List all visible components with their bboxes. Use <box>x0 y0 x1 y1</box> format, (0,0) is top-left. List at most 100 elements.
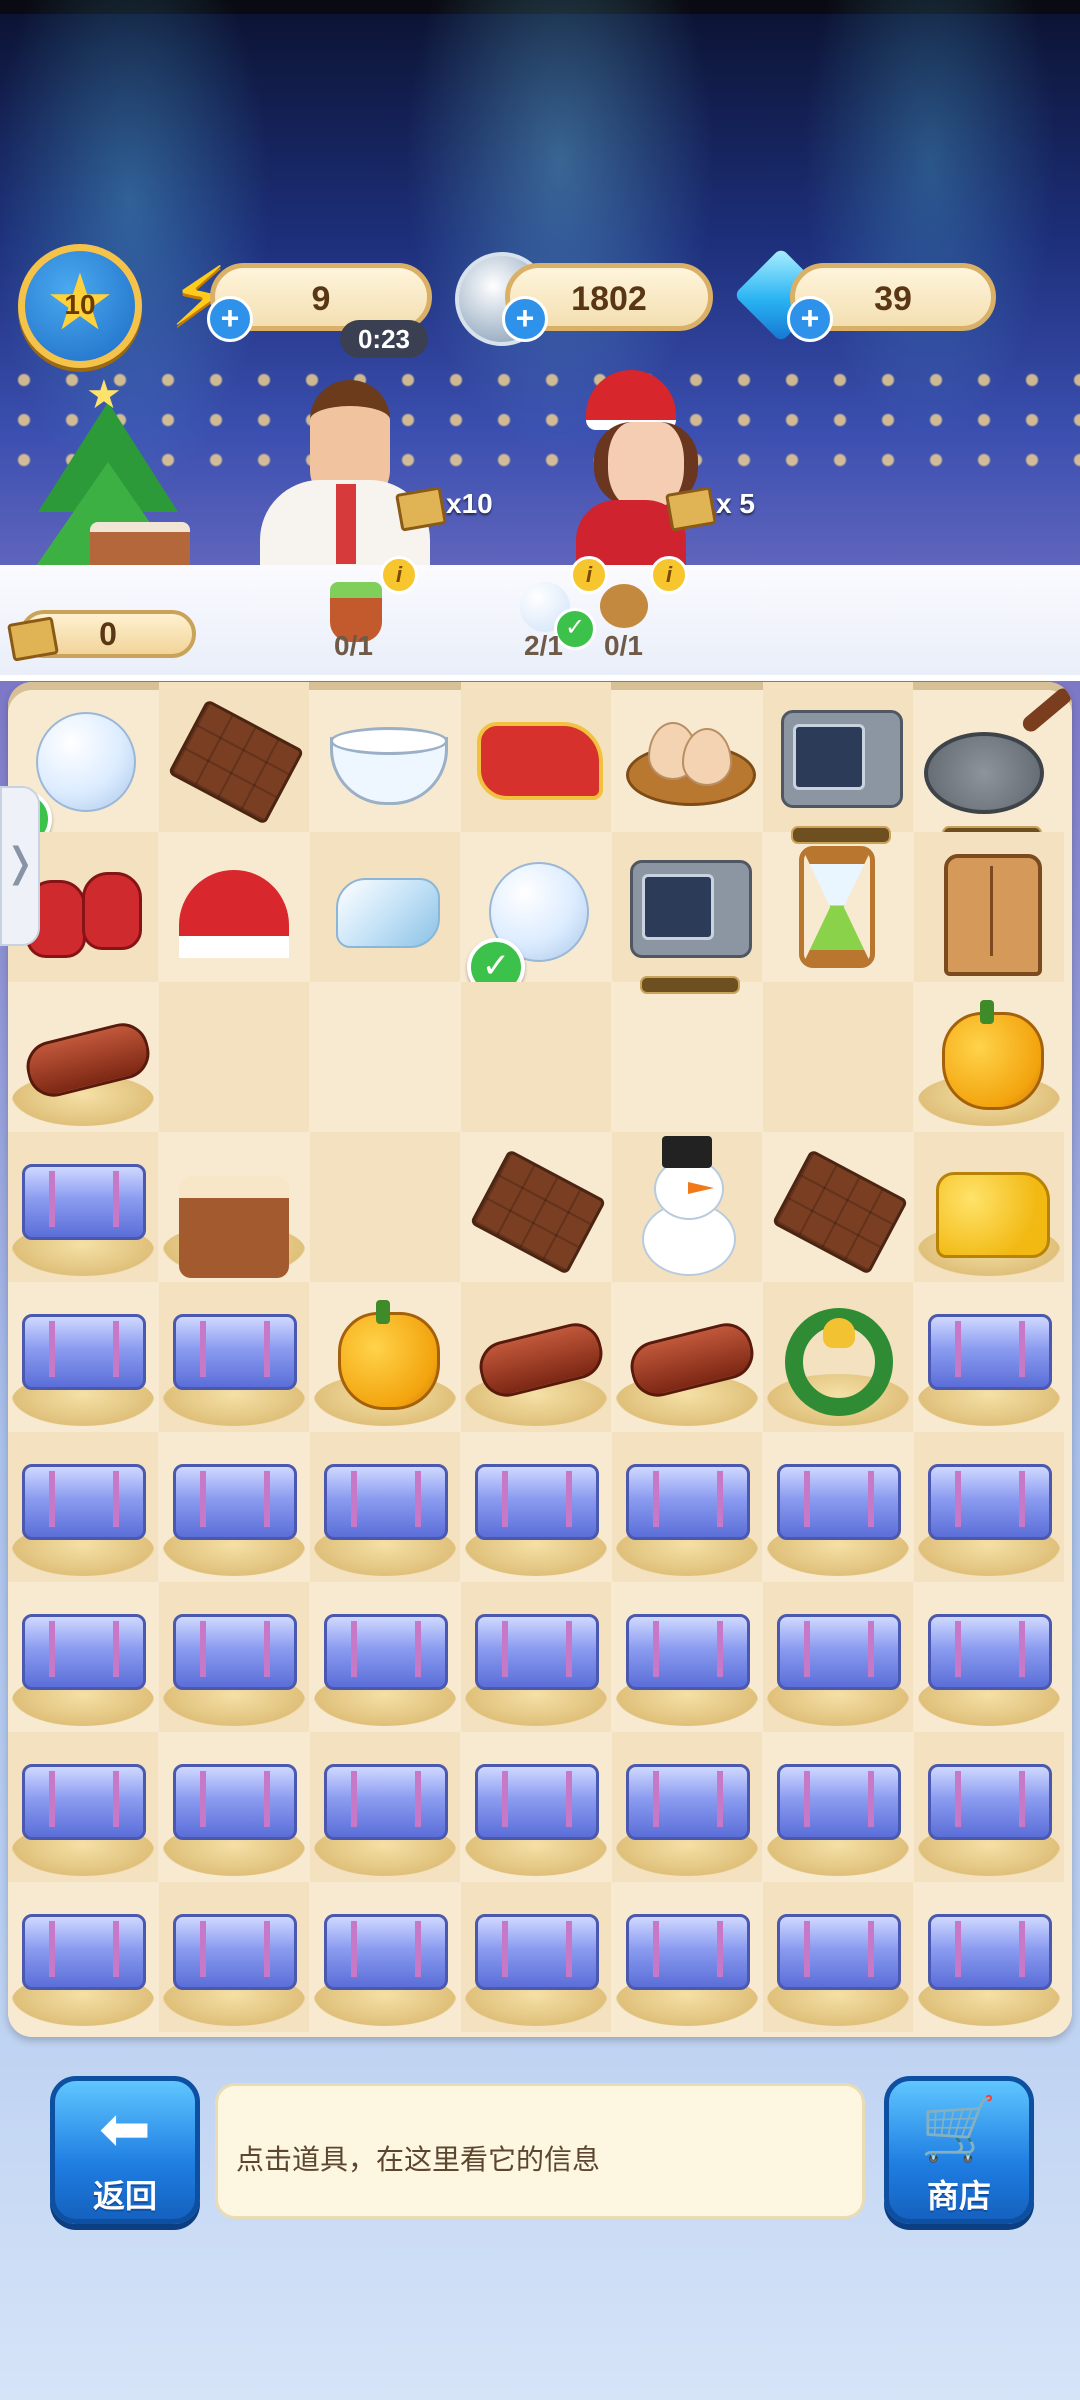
board-cell[interactable]: ✓ <box>461 832 611 996</box>
board-cell[interactable] <box>8 1882 158 2032</box>
mystery-box-icon <box>928 1614 1052 1690</box>
board-cell[interactable] <box>763 682 913 844</box>
board-cell[interactable] <box>461 1432 611 1582</box>
board-cell[interactable] <box>461 1282 611 1432</box>
board-cell[interactable] <box>914 1432 1064 1582</box>
gem-counter[interactable]: 39 + <box>787 263 996 342</box>
board-cell[interactable] <box>159 1282 309 1432</box>
board-cell[interactable] <box>612 1582 762 1732</box>
mystery-box-icon <box>626 1464 750 1540</box>
board-cell[interactable] <box>763 1132 913 1282</box>
board-cell[interactable] <box>763 1282 913 1432</box>
board-cell[interactable] <box>612 832 762 994</box>
mystery-box-icon <box>777 1764 901 1840</box>
board-cell[interactable] <box>612 1132 762 1282</box>
shop-label: 商店 <box>926 2178 991 2214</box>
mystery-box-icon <box>475 1464 599 1540</box>
bell-pepper-icon <box>942 1012 1044 1110</box>
board-cell[interactable] <box>8 1282 158 1432</box>
board-cell[interactable] <box>159 1132 309 1282</box>
board-cell[interactable] <box>159 1882 309 2032</box>
board-cell[interactable] <box>461 682 611 832</box>
board-cell[interactable] <box>159 1432 309 1582</box>
board-cell[interactable] <box>914 1282 1064 1432</box>
board-cell[interactable] <box>914 982 1064 1132</box>
level-badge[interactable]: ★ 10 <box>18 244 142 368</box>
board-cell[interactable] <box>461 982 611 1132</box>
board-cell[interactable] <box>159 1732 309 1882</box>
mystery-box-icon <box>626 1764 750 1840</box>
board-cell[interactable] <box>310 832 460 982</box>
board-cell[interactable] <box>914 1732 1064 1882</box>
woman-santa-hat <box>586 370 676 430</box>
board-cell[interactable] <box>8 1582 158 1732</box>
man-tie <box>336 484 356 564</box>
mystery-box-icon <box>22 1464 146 1540</box>
board-cell[interactable] <box>461 1732 611 1882</box>
board-cell[interactable] <box>763 1882 913 2032</box>
order-info-icon[interactable]: i <box>650 556 688 594</box>
order-info-icon[interactable]: i <box>570 556 608 594</box>
board-cell[interactable] <box>612 1882 762 2032</box>
add-gems-button[interactable]: + <box>787 296 833 342</box>
board-cell[interactable] <box>461 1132 611 1282</box>
board-cell[interactable] <box>763 982 913 1132</box>
order1-count: 0/1 <box>334 630 373 661</box>
chocolate-bar-icon <box>469 1149 607 1275</box>
board-cell[interactable] <box>612 1282 762 1432</box>
board-cell[interactable] <box>612 1432 762 1582</box>
board-cell[interactable] <box>763 1432 913 1582</box>
board-cell[interactable] <box>159 682 309 832</box>
board-cell[interactable] <box>159 832 309 982</box>
board-cell[interactable] <box>310 1732 460 1882</box>
board-cell[interactable] <box>461 1882 611 2032</box>
board-cell[interactable] <box>8 982 158 1132</box>
ticket-icon <box>665 486 717 532</box>
side-drawer-tab[interactable]: ❭ <box>0 786 40 946</box>
order-info-icon[interactable]: i <box>380 556 418 594</box>
board-cell[interactable] <box>914 832 1064 982</box>
board-cell[interactable] <box>612 1732 762 1882</box>
board-cell[interactable] <box>914 1582 1064 1732</box>
shop-button[interactable]: 🛒 商店 <box>884 2076 1034 2224</box>
board-cell[interactable] <box>763 1582 913 1732</box>
customer-woman[interactable] <box>556 370 698 570</box>
board-cell[interactable] <box>763 1732 913 1882</box>
customer-man[interactable] <box>250 370 430 570</box>
board-cell[interactable] <box>310 982 460 1132</box>
board-cell[interactable] <box>914 1882 1064 2032</box>
board-cell[interactable] <box>8 1732 158 1882</box>
board-cell[interactable] <box>159 1582 309 1732</box>
item-info-panel: 点击道具，在这里看它的信息 <box>215 2083 865 2219</box>
board-cell[interactable] <box>763 832 913 982</box>
oven-window <box>793 724 865 790</box>
board-cell[interactable] <box>461 1582 611 1732</box>
board-cell[interactable] <box>310 682 460 832</box>
bells-icon <box>823 1318 855 1348</box>
board-cell[interactable] <box>310 1882 460 2032</box>
hourglass-frame <box>799 846 875 968</box>
board-cell[interactable] <box>914 682 1072 844</box>
mystery-box-icon <box>22 1614 146 1690</box>
ticket-icon <box>395 486 447 532</box>
add-coins-button[interactable]: + <box>502 296 548 342</box>
pepper-stem <box>376 1300 390 1324</box>
board-cell[interactable] <box>612 682 762 832</box>
mitten-icon <box>82 872 142 950</box>
board-cell[interactable] <box>8 1132 158 1282</box>
board-cell[interactable] <box>310 1432 460 1582</box>
mystery-box-icon <box>324 1764 448 1840</box>
board-cell[interactable] <box>8 1432 158 1582</box>
board-cell[interactable] <box>159 982 309 1132</box>
cart-icon: 🛒 <box>920 2095 998 2164</box>
board-cell[interactable] <box>310 1582 460 1732</box>
coin-counter[interactable]: 1802 + <box>502 263 713 342</box>
mystery-box-icon <box>173 1314 297 1390</box>
back-button[interactable]: ⬅ 返回 <box>50 2076 200 2224</box>
mystery-box-icon <box>324 1914 448 1990</box>
add-energy-button[interactable]: + <box>207 296 253 342</box>
board-cell[interactable] <box>612 982 762 1132</box>
board-cell[interactable] <box>310 1132 460 1282</box>
board-cell[interactable] <box>914 1132 1064 1282</box>
board-cell[interactable] <box>310 1282 460 1432</box>
